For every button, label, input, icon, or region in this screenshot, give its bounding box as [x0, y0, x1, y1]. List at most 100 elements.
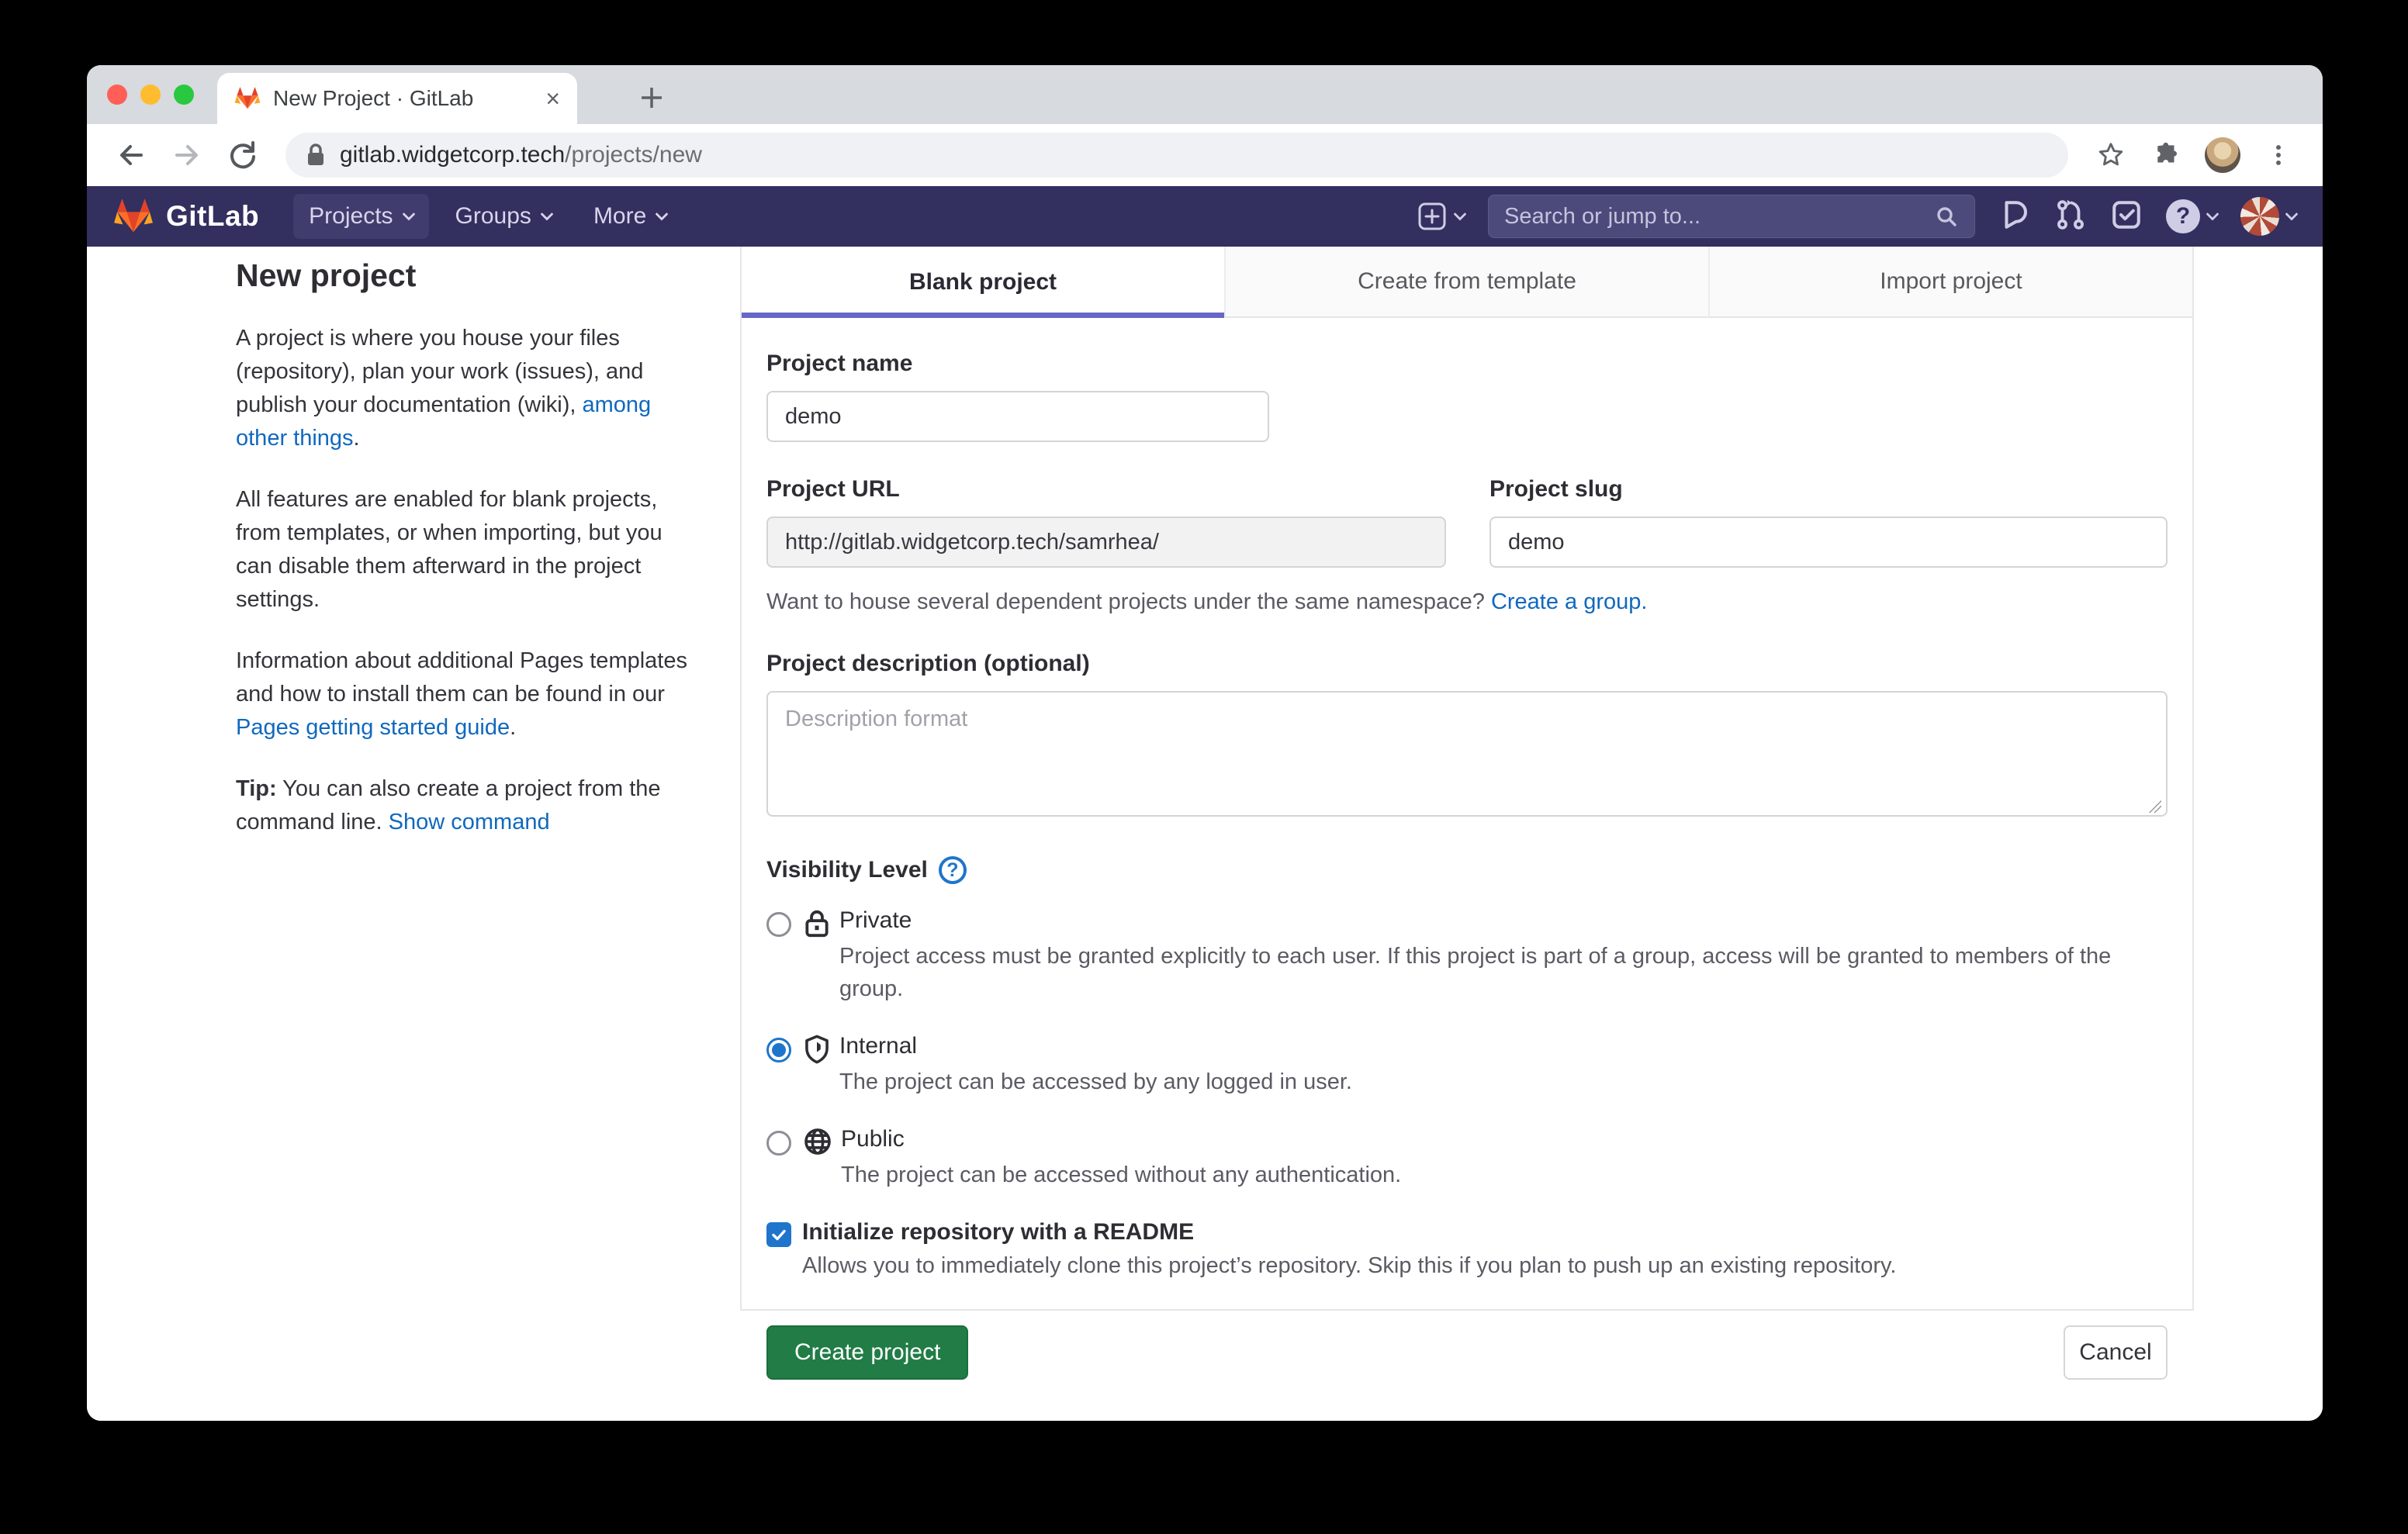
visibility-option-private[interactable]: Private Project access must be granted e… — [766, 907, 2168, 1005]
internal-radio[interactable] — [766, 1038, 791, 1062]
project-name-input[interactable] — [766, 391, 1269, 442]
project-name-label: Project name — [766, 351, 2168, 377]
readme-checkbox[interactable] — [766, 1222, 791, 1247]
chevron-down-icon — [1454, 208, 1467, 221]
hint-text: Want to house several dependent projects… — [766, 589, 1491, 614]
todos-button[interactable] — [2110, 199, 2143, 235]
description-label: Project description (optional) — [766, 651, 2168, 677]
visibility-option-internal[interactable]: Internal The project can be accessed by … — [766, 1033, 2168, 1098]
show-command-link[interactable]: Show command — [389, 810, 550, 834]
global-search[interactable] — [1488, 195, 1975, 238]
tab-import-project[interactable]: Import project — [1708, 247, 2192, 318]
visibility-help-icon[interactable]: ? — [939, 856, 967, 884]
internal-option-desc: The project can be accessed by any logge… — [839, 1066, 1352, 1098]
help-menu-button[interactable]: ? — [2166, 199, 2217, 233]
visibility-option-public[interactable]: Public The project can be accessed witho… — [766, 1126, 2168, 1191]
browser-toolbar: gitlab.widgetcorp.tech/projects/new — [87, 124, 2323, 186]
visibility-level-label: Visibility Level ? — [766, 856, 2168, 884]
tab-title: New Project · GitLab — [273, 86, 533, 111]
readme-body: Initialize repository with a README Allo… — [802, 1219, 1896, 1279]
browser-window: New Project · GitLab × — [87, 65, 2323, 1421]
create-project-button[interactable]: Create project — [766, 1325, 968, 1380]
page-title: New project — [236, 257, 704, 294]
blank-project-form: Project name Project URL Project slug Wa… — [742, 318, 2192, 1380]
bookmark-button[interactable] — [2087, 131, 2135, 179]
plus-icon — [638, 85, 665, 111]
nav-groups-menu[interactable]: Groups — [440, 194, 567, 239]
browser-tab-strip: New Project · GitLab × — [87, 65, 2323, 124]
private-option-desc: Project access must be granted explicitl… — [839, 940, 2150, 1005]
minimize-window-button[interactable] — [140, 85, 161, 105]
pages-guide-link[interactable]: Pages getting started guide — [236, 715, 510, 740]
nav-more-menu[interactable]: More — [578, 194, 682, 239]
merge-requests-button[interactable] — [2054, 199, 2087, 235]
project-url-input[interactable] — [766, 517, 1446, 568]
cancel-button[interactable]: Cancel — [2064, 1325, 2168, 1380]
form-actions: Create project Cancel — [766, 1325, 2168, 1380]
lock-icon — [306, 143, 326, 168]
browser-avatar — [2205, 137, 2240, 173]
browser-tab[interactable]: New Project · GitLab × — [217, 73, 577, 124]
description-wrapper — [766, 677, 2168, 821]
url-slug-row: Project URL Project slug — [766, 476, 2168, 568]
private-radio[interactable] — [766, 912, 791, 937]
description-textarea[interactable] — [766, 691, 2168, 817]
visibility-options: Private Project access must be granted e… — [766, 907, 2168, 1191]
public-option-body: Public The project can be accessed witho… — [841, 1126, 1401, 1191]
nav-projects-menu[interactable]: Projects — [293, 194, 428, 239]
todo-check-icon — [2110, 199, 2143, 231]
user-menu-button[interactable] — [2240, 197, 2296, 236]
public-radio[interactable] — [766, 1131, 791, 1156]
close-window-button[interactable] — [107, 85, 127, 105]
puzzle-icon — [2152, 140, 2181, 170]
readme-desc: Allows you to immediately clone this pro… — [802, 1253, 1896, 1279]
shield-icon — [804, 1035, 830, 1068]
browser-menu-button[interactable] — [2254, 131, 2302, 179]
gitlab-brand-text: GitLab — [166, 200, 259, 233]
page-content: New project A project is where you house… — [87, 247, 2323, 1421]
extensions-button[interactable] — [2143, 131, 2191, 179]
chevron-down-icon — [656, 208, 669, 221]
zoom-window-button[interactable] — [174, 85, 194, 105]
url-text: gitlab.widgetcorp.tech/projects/new — [340, 142, 702, 168]
tip-bold: Tip: — [236, 776, 277, 801]
address-bar[interactable]: gitlab.widgetcorp.tech/projects/new — [285, 133, 2068, 178]
visibility-label-text: Visibility Level — [766, 857, 928, 883]
url-host: gitlab.widgetcorp.tech — [340, 142, 565, 168]
search-input[interactable] — [1504, 204, 1934, 230]
tab-blank-project[interactable]: Blank project — [742, 247, 1224, 318]
project-url-group: Project URL — [766, 476, 1446, 568]
profile-button[interactable] — [2199, 131, 2247, 179]
readme-row[interactable]: Initialize repository with a README Allo… — [766, 1219, 2168, 1279]
nav-more-label: More — [593, 203, 646, 230]
gitlab-navbar: GitLab Projects Groups More — [87, 186, 2323, 247]
window-controls — [107, 65, 194, 124]
project-slug-group: Project slug — [1489, 476, 2168, 568]
url-path: /projects/new — [565, 142, 702, 168]
project-slug-label: Project slug — [1489, 476, 2168, 503]
gitlab-menus: Projects Groups More — [293, 194, 682, 239]
lock-icon — [804, 909, 830, 942]
gitlab-home-link[interactable]: GitLab — [113, 198, 259, 235]
gitlab-navbar-right: ? — [1417, 195, 2296, 238]
tab-create-from-template[interactable]: Create from template — [1224, 247, 1708, 318]
new-menu-button[interactable] — [1417, 201, 1465, 232]
user-avatar — [2240, 197, 2279, 236]
check-icon — [770, 1226, 787, 1243]
tab-close-icon[interactable]: × — [545, 86, 560, 111]
internal-option-name: Internal — [839, 1033, 1352, 1059]
internal-option-body: Internal The project can be accessed by … — [839, 1033, 1352, 1098]
new-tab-button[interactable] — [630, 76, 673, 119]
forward-button[interactable] — [163, 131, 211, 179]
create-a-group-link[interactable]: Create a group. — [1491, 589, 1648, 614]
chevron-down-icon — [540, 208, 553, 221]
new-project-sidebar: New project A project is where you house… — [236, 257, 704, 839]
reload-button[interactable] — [219, 131, 267, 179]
globe-icon — [804, 1128, 832, 1159]
issues-button[interactable] — [1998, 199, 2031, 235]
project-slug-input[interactable] — [1489, 517, 2168, 568]
back-button[interactable] — [107, 131, 155, 179]
public-option-name: Public — [841, 1126, 1401, 1152]
issues-icon — [1998, 199, 2031, 231]
namespace-hint: Want to house several dependent projects… — [766, 589, 2168, 615]
